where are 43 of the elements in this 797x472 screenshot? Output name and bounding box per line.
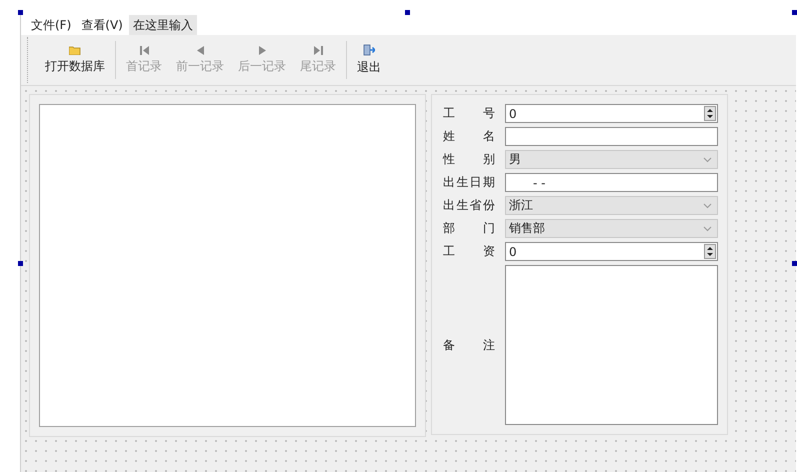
spin-value: 0 (509, 106, 517, 120)
resize-handle[interactable] (18, 10, 23, 15)
field-label: 出生省份 (443, 197, 495, 214)
dropdown[interactable]: 男 (505, 150, 718, 169)
next-icon (258, 46, 266, 54)
dropdown[interactable]: 销售部 (505, 219, 718, 238)
dropdown-chevron-icon (703, 202, 712, 208)
toolbar-button[interactable]: 退出 (350, 37, 388, 83)
dropdown-chevron-icon (703, 226, 712, 232)
spin-arrows-icon[interactable] (704, 106, 716, 121)
resize-handle[interactable] (792, 10, 797, 15)
menu-item[interactable]: 文件(F) (27, 14, 76, 36)
dropdown-value: 销售部 (509, 220, 545, 237)
field-label: 部 门 (443, 220, 495, 237)
resize-handle[interactable] (792, 261, 797, 266)
dropdown[interactable]: 浙江 (505, 196, 718, 215)
previous-icon (196, 46, 204, 54)
field-label: 工 号 (443, 105, 495, 122)
dropdown-value: 浙江 (509, 197, 533, 214)
last-record-icon (314, 46, 322, 54)
dropdown-chevron-icon (703, 156, 712, 162)
field-label: 备 注 (443, 336, 495, 354)
dropdown-value: 男 (509, 151, 521, 168)
folder-icon (69, 46, 81, 54)
resize-handle[interactable] (18, 261, 23, 266)
spin-box[interactable]: 0 (505, 104, 718, 123)
date-value: - - (532, 176, 546, 190)
first-record-icon (140, 46, 148, 54)
resize-handle[interactable] (405, 10, 410, 15)
field-label: 工 资 (443, 243, 495, 260)
menu-item[interactable]: 查看(V) (77, 14, 127, 36)
text-input[interactable] (505, 127, 718, 146)
field-label: 出生日期 (443, 174, 495, 191)
toolbar-button[interactable]: 打开数据库 (38, 37, 112, 83)
exit-door-icon (363, 44, 375, 56)
notes-textarea[interactable] (505, 265, 718, 425)
menu-placeholder[interactable]: 在这里输入 (128, 14, 197, 36)
date-input[interactable]: - - (505, 173, 718, 192)
field-label: 姓 名 (443, 128, 495, 145)
spin-box[interactable]: 0 (505, 242, 718, 261)
spin-arrows-icon[interactable] (704, 244, 716, 259)
spin-value: 0 (509, 244, 517, 258)
field-label: 性 别 (443, 151, 495, 168)
